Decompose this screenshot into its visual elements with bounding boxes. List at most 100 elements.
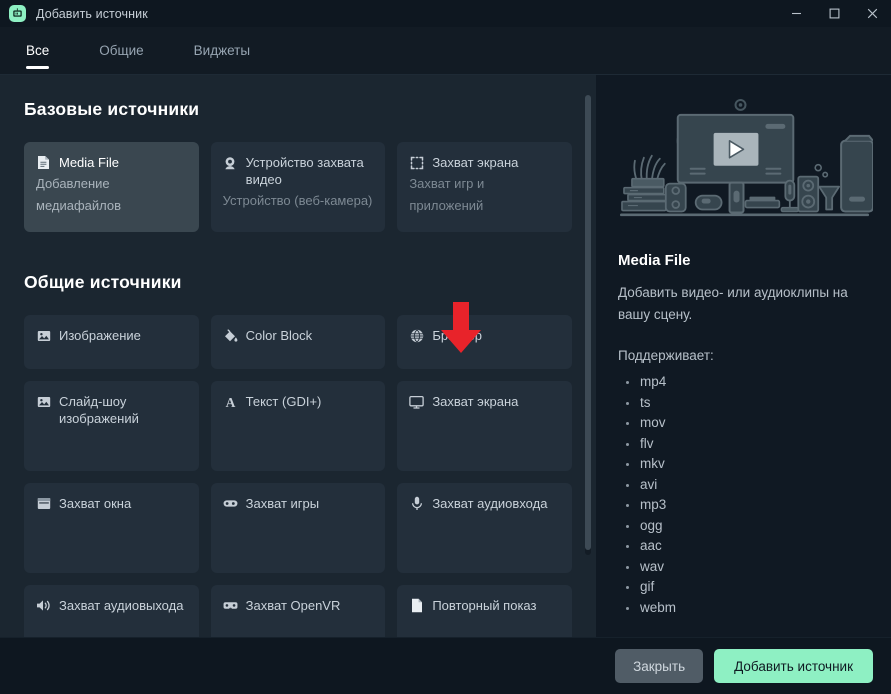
source-card-browser[interactable]: Браузер	[397, 315, 572, 369]
svg-text:A: A	[225, 395, 235, 409]
sources-scrollbar-track[interactable]	[585, 95, 591, 555]
card-title: Слайд-шоу изображений	[59, 394, 139, 426]
tab-general-label: Общие	[99, 43, 144, 58]
replay-file-icon	[409, 598, 424, 613]
image-icon	[36, 394, 51, 409]
card-header: Захват окна	[36, 495, 187, 512]
list-item: mp4	[626, 372, 869, 393]
paint-bucket-icon	[223, 328, 238, 343]
card-title: Браузер	[432, 328, 482, 343]
supported-formats-list: mp4 ts mov flv mkv avi mp3 ogg aac wav g…	[618, 372, 869, 618]
card-title: Захват OpenVR	[245, 598, 341, 613]
source-card-image[interactable]: Изображение	[24, 315, 199, 369]
general-sources-grid: Изображение Color Block Браузер Слайд-шо…	[24, 315, 572, 637]
card-header: A Текст (GDI+)	[223, 393, 374, 410]
list-item: flv	[626, 434, 869, 455]
source-card-media-file[interactable]: Media File Добавление медиафайлов	[24, 142, 199, 232]
card-header: Media File	[36, 154, 187, 171]
monitor-icon	[409, 394, 425, 409]
webcam-icon	[223, 155, 238, 170]
info-title: Media File	[618, 252, 691, 270]
card-title: Захват игры	[245, 496, 320, 511]
card-header: Захват аудиовыхода	[36, 597, 187, 614]
card-title: Color Block	[245, 328, 313, 343]
card-title: Изображение	[59, 328, 141, 343]
list-item: ts	[626, 393, 869, 414]
source-card-game-capture[interactable]: Захват игры	[210, 483, 386, 573]
section-title-general: Общие источники	[24, 272, 182, 292]
source-card-audio-output-capture[interactable]: Захват аудиовыхода	[24, 585, 199, 637]
desk-setup-illustration	[619, 98, 873, 217]
globe-icon	[409, 328, 424, 343]
card-title: Захват экрана	[432, 394, 519, 409]
add-source-button[interactable]: Добавить источник	[714, 649, 873, 683]
add-source-dialog: Добавить источник Все Общие Виджеты Базо…	[0, 0, 891, 694]
tab-bar: Все Общие Виджеты	[0, 27, 891, 75]
card-header: Устройство захвата видео	[223, 154, 374, 188]
gamepad-icon	[223, 496, 238, 511]
window-icon	[36, 496, 51, 511]
card-title: Повторный показ	[432, 598, 537, 613]
source-card-replay[interactable]: Повторный показ	[397, 585, 572, 637]
card-header: Захват экрана	[409, 154, 560, 171]
list-item: ogg	[626, 516, 869, 537]
card-title: Захват аудиовхода	[432, 496, 548, 511]
window-controls	[777, 0, 891, 27]
list-item: aac	[626, 536, 869, 557]
tab-widgets[interactable]: Виджеты	[184, 27, 260, 74]
card-header: Захват игры	[223, 495, 374, 512]
card-header: Изображение	[36, 327, 187, 344]
sources-scroll-area[interactable]: Базовые источники Media File Добавление …	[0, 75, 596, 637]
card-title: Захват окна	[59, 496, 132, 511]
window-title: Добавить источник	[36, 6, 148, 21]
card-title: Media File	[59, 155, 119, 170]
file-icon	[36, 155, 51, 170]
card-header: Захват аудиовхода	[409, 495, 560, 512]
info-supports-label: Поддерживает:	[618, 348, 714, 364]
microphone-icon	[409, 496, 424, 511]
basic-sources-grid: Media File Добавление медиафайлов Устрой…	[24, 142, 572, 232]
source-card-window-capture[interactable]: Захват окна	[24, 483, 199, 573]
card-header: Color Block	[223, 327, 374, 344]
tab-all-label: Все	[26, 43, 50, 58]
source-card-screen-capture[interactable]: Захват экрана	[397, 381, 572, 471]
illustration-wrap	[596, 75, 891, 238]
title-bar: Добавить источник	[0, 0, 891, 27]
source-card-screen-capture-basic[interactable]: Захват экрана Захват игр и приложений	[397, 142, 572, 232]
source-card-video-capture-device[interactable]: Устройство захвата видео Устройство (веб…	[210, 142, 386, 232]
source-card-audio-input-capture[interactable]: Захват аудиовхода	[397, 483, 572, 573]
dialog-footer: Закрыть Добавить источник	[0, 637, 891, 694]
close-icon[interactable]	[853, 0, 891, 27]
tab-all[interactable]: Все	[16, 27, 59, 74]
tab-general[interactable]: Общие	[89, 27, 153, 74]
obs-app-icon	[9, 5, 26, 22]
text-a-icon: A	[223, 394, 238, 409]
close-button[interactable]: Закрыть	[615, 649, 704, 683]
card-subtitle: Захват игр и приложений	[409, 176, 485, 213]
speaker-icon	[36, 598, 51, 613]
tab-widgets-label: Виджеты	[193, 43, 251, 58]
minimize-icon[interactable]	[777, 0, 815, 27]
card-header: Повторный показ	[409, 597, 560, 614]
card-subtitle: Устройство (веб-камера)	[222, 193, 373, 208]
card-title: Захват аудиовыхода	[59, 598, 184, 613]
list-item: mov	[626, 413, 869, 434]
list-item: mp3	[626, 495, 869, 516]
source-card-image-slideshow[interactable]: Слайд-шоу изображений	[24, 381, 199, 471]
list-item: avi	[626, 475, 869, 496]
card-title: Устройство захвата видео	[245, 155, 364, 187]
sources-scrollbar-thumb[interactable]	[585, 95, 591, 550]
card-header: Захват OpenVR	[223, 597, 374, 614]
list-item: gif	[626, 577, 869, 598]
source-card-color-block[interactable]: Color Block	[210, 315, 386, 369]
card-title: Текст (GDI+)	[245, 394, 322, 409]
card-title: Захват экрана	[432, 155, 519, 170]
list-item: wav	[626, 557, 869, 578]
source-card-openvr-capture[interactable]: Захват OpenVR	[210, 585, 386, 637]
card-header: Слайд-шоу изображений	[36, 393, 187, 427]
dialog-body: Базовые источники Media File Добавление …	[0, 75, 891, 637]
card-header: Захват экрана	[409, 393, 560, 410]
source-card-text-gdi[interactable]: A Текст (GDI+)	[210, 381, 386, 471]
maximize-icon[interactable]	[815, 0, 853, 27]
info-body: Media File Добавить видео- или аудиоклип…	[596, 238, 891, 618]
